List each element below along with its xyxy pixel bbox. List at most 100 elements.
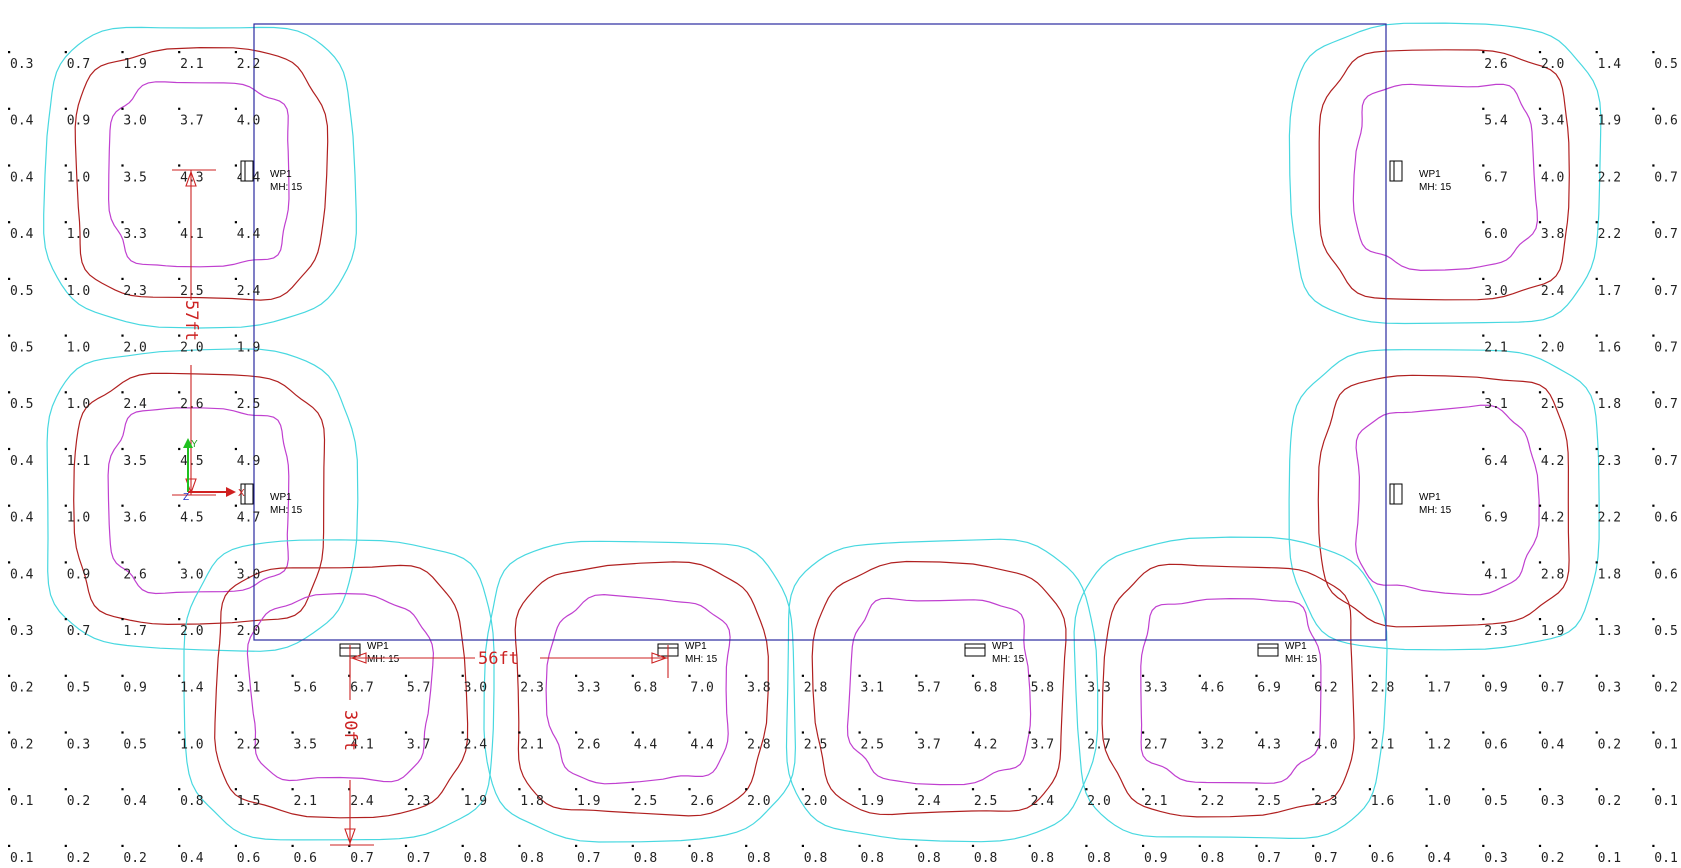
illuminance-value: 3.5 bbox=[123, 454, 146, 469]
illuminance-value: 0.7 bbox=[407, 851, 430, 866]
grid-point-marker bbox=[575, 788, 578, 791]
fixture-label: WP1 bbox=[270, 169, 292, 180]
grid-point-marker bbox=[1482, 447, 1485, 451]
grid-point-marker bbox=[858, 788, 861, 791]
grid-point-marker bbox=[1368, 844, 1371, 847]
grid-point-marker bbox=[404, 844, 408, 847]
grid-point-marker bbox=[1085, 674, 1088, 677]
illuminance-value: 3.0 bbox=[237, 567, 260, 582]
illuminance-value: 0.8 bbox=[520, 851, 543, 866]
grid-point-marker bbox=[404, 788, 408, 791]
illuminance-value: 2.0 bbox=[1087, 794, 1110, 809]
illuminance-value: 0.8 bbox=[747, 851, 770, 866]
grid-point-marker bbox=[8, 561, 11, 564]
illuminance-value: 4.9 bbox=[237, 454, 260, 469]
grid-point-marker bbox=[801, 844, 804, 847]
illuminance-value: 0.7 bbox=[67, 624, 90, 639]
illuminance-value: 2.3 bbox=[123, 284, 146, 299]
grid-point-marker bbox=[8, 334, 11, 337]
illuminance-value: 0.7 bbox=[1654, 341, 1677, 356]
grid-point-marker bbox=[1482, 674, 1485, 677]
fixture-mounting-height: MH: 15 bbox=[270, 505, 303, 516]
grid-point-marker bbox=[461, 731, 464, 734]
grid-point-marker bbox=[8, 674, 11, 677]
grid-point-marker bbox=[121, 731, 124, 734]
grid-point-marker bbox=[121, 788, 124, 791]
grid-point-marker bbox=[631, 674, 634, 677]
grid-point-marker bbox=[1538, 391, 1542, 394]
grid-point-marker bbox=[1198, 844, 1201, 847]
illuminance-value: 2.0 bbox=[1541, 57, 1564, 72]
illuminance-value: 0.6 bbox=[1654, 567, 1677, 582]
grid-point-marker bbox=[1652, 674, 1655, 677]
grid-point-marker bbox=[178, 334, 181, 337]
illuminance-value: 4.4 bbox=[690, 737, 714, 752]
grid-point-marker bbox=[178, 391, 181, 394]
illuminance-value: 2.0 bbox=[123, 341, 146, 356]
illuminance-value: 1.9 bbox=[123, 57, 146, 72]
grid-point-marker bbox=[1028, 788, 1031, 791]
grid-point-marker bbox=[1312, 788, 1315, 791]
grid-point-marker bbox=[1198, 731, 1201, 734]
illuminance-value: 2.8 bbox=[1371, 681, 1394, 696]
grid-point-marker bbox=[1142, 788, 1145, 791]
grid-point-marker bbox=[745, 788, 748, 791]
illuminance-value: 0.7 bbox=[1654, 284, 1677, 299]
grid-point-marker bbox=[64, 107, 67, 110]
grid-point-marker bbox=[1595, 447, 1598, 451]
illuminance-value: 0.2 bbox=[67, 851, 90, 866]
illuminance-value: 3.5 bbox=[294, 737, 317, 752]
illuminance-value: 5.4 bbox=[1484, 114, 1508, 129]
illuminance-value: 3.0 bbox=[123, 114, 146, 129]
grid-point-marker bbox=[178, 51, 181, 54]
illuminance-value: 2.2 bbox=[1598, 227, 1621, 242]
grid-point-marker bbox=[234, 844, 237, 847]
grid-point-marker bbox=[8, 504, 11, 507]
grid-point-marker bbox=[1652, 788, 1655, 791]
illuminance-value: 1.0 bbox=[67, 284, 90, 299]
illuminance-value: 1.0 bbox=[67, 511, 90, 526]
grid-point-marker bbox=[1142, 844, 1145, 847]
illuminance-value: 2.0 bbox=[180, 341, 203, 356]
illuminance-value: 2.7 bbox=[1144, 737, 1167, 752]
illuminance-value: 4.1 bbox=[1484, 567, 1507, 582]
illuminance-value: 0.2 bbox=[123, 851, 146, 866]
dimension-label-vertical-bottom: 30ft bbox=[340, 710, 360, 751]
grid-point-marker bbox=[1482, 51, 1485, 54]
illuminance-value: 0.8 bbox=[1087, 851, 1110, 866]
grid-point-marker bbox=[1652, 561, 1655, 564]
illuminance-value: 0.8 bbox=[180, 794, 203, 809]
fixture-mounting-height: MH: 15 bbox=[1419, 182, 1452, 193]
grid-point-marker bbox=[1482, 504, 1485, 507]
wall-pack-icon bbox=[964, 643, 986, 657]
grid-point-marker bbox=[971, 731, 975, 734]
illuminance-value: 0.2 bbox=[1541, 851, 1564, 866]
fixture-mounting-height: MH: 15 bbox=[685, 654, 718, 665]
illuminance-value: 2.1 bbox=[180, 57, 203, 72]
grid-point-marker bbox=[1652, 51, 1655, 54]
grid-point-marker bbox=[1538, 618, 1542, 621]
illuminance-value: 2.6 bbox=[1484, 57, 1507, 72]
grid-point-marker bbox=[291, 788, 294, 791]
illuminance-value: 3.3 bbox=[1144, 681, 1167, 696]
grid-point-marker bbox=[1538, 51, 1542, 54]
grid-point-marker bbox=[1482, 391, 1485, 394]
grid-point-marker bbox=[64, 674, 67, 677]
illuminance-value: 0.3 bbox=[10, 624, 33, 639]
grid-point-marker bbox=[121, 618, 124, 621]
grid-point-marker bbox=[1028, 731, 1031, 734]
grid-point-marker bbox=[64, 391, 67, 394]
illuminance-value: 6.4 bbox=[1484, 454, 1508, 469]
grid-point-marker bbox=[64, 504, 67, 507]
illuminance-value: 1.4 bbox=[1598, 57, 1622, 72]
illuminance-value: 1.9 bbox=[861, 794, 884, 809]
illuminance-value: 2.3 bbox=[1484, 624, 1507, 639]
illuminance-value: 0.4 bbox=[1428, 851, 1452, 866]
grid-point-marker bbox=[178, 788, 181, 791]
fixture-label: WP1 bbox=[992, 641, 1014, 652]
illuminance-value: 1.9 bbox=[577, 794, 600, 809]
grid-point-marker bbox=[971, 844, 975, 847]
illuminance-value: 1.0 bbox=[67, 397, 90, 412]
illuminance-value: 1.6 bbox=[1371, 794, 1394, 809]
illuminance-value: 2.3 bbox=[407, 794, 430, 809]
